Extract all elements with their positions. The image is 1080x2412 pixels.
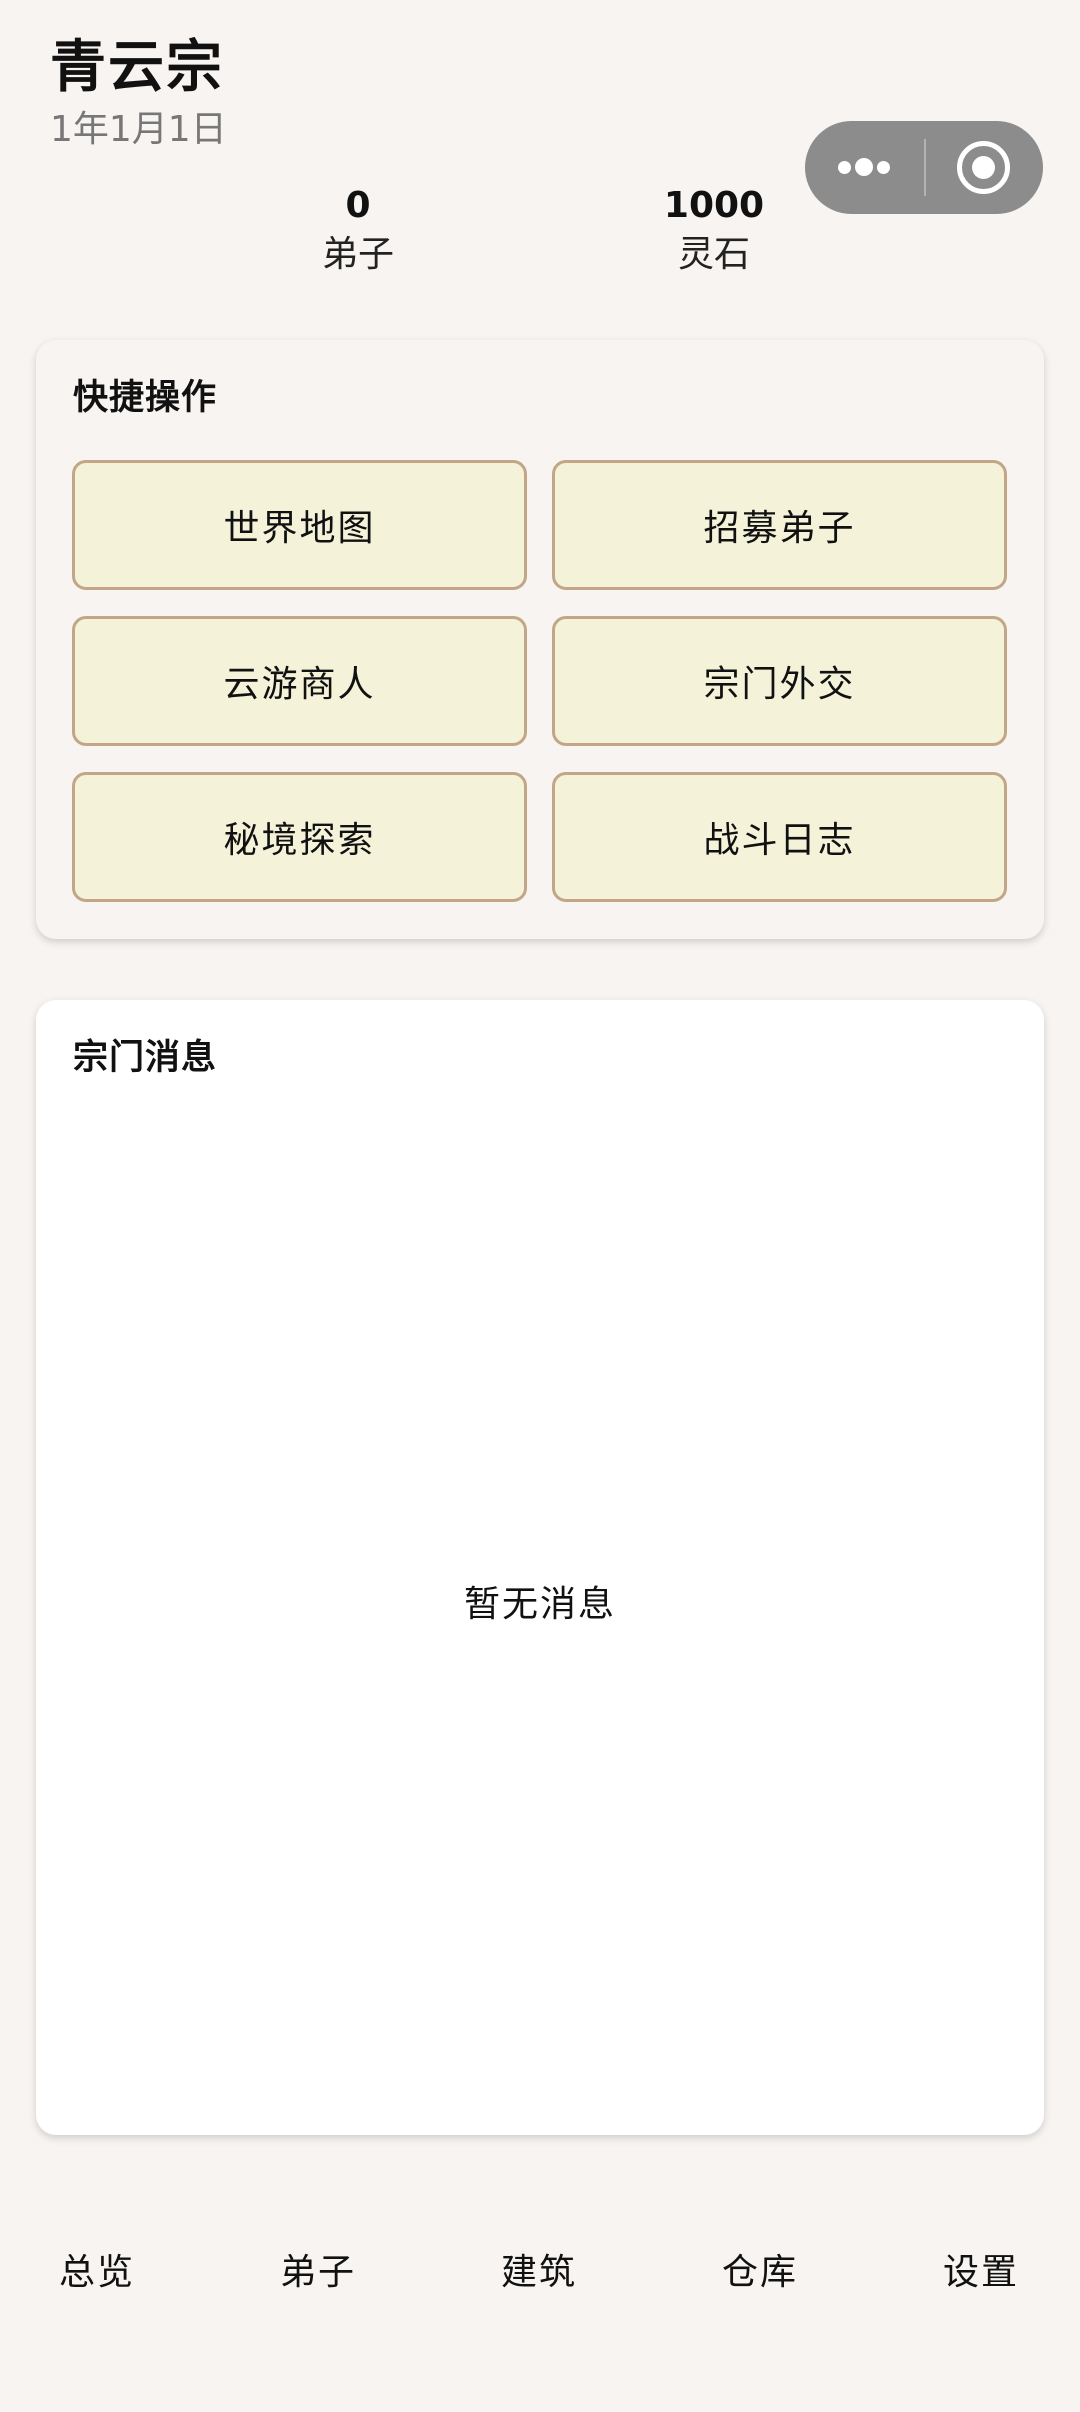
game-date: 1年1月1日 bbox=[50, 109, 227, 150]
quick-actions-card: 快捷操作 世界地图 招募弟子 云游商人 宗门外交 秘境探索 战斗日志 bbox=[36, 340, 1044, 939]
stat-disciples: 0 弟子 bbox=[258, 182, 458, 280]
capsule-divider bbox=[924, 139, 926, 196]
sect-overview-page: 青云宗 1年1月1日 0 弟子 1000 灵石 快捷操作 世界地图 招募弟子 云… bbox=[0, 0, 1080, 2412]
header: 青云宗 1年1月1日 bbox=[50, 30, 227, 154]
world-map-button[interactable]: 世界地图 bbox=[72, 460, 527, 590]
stat-spirit-stones: 1000 灵石 bbox=[614, 182, 814, 280]
wandering-merchant-button[interactable]: 云游商人 bbox=[72, 616, 527, 746]
tab-settings[interactable]: 设置 bbox=[901, 2245, 1061, 2301]
disciple-label: 弟子 bbox=[321, 234, 394, 275]
bottom-tab-bar: 总览 弟子 建筑 仓库 设置 bbox=[0, 2245, 1080, 2365]
empty-messages-text: 暂无消息 bbox=[463, 1584, 616, 1625]
recruit-disciple-button[interactable]: 招募弟子 bbox=[552, 460, 1007, 590]
spirit-stone-label: 灵石 bbox=[677, 234, 750, 275]
sect-messages-card: 宗门消息 暂无消息 bbox=[36, 1000, 1044, 2135]
tab-disciples[interactable]: 弟子 bbox=[238, 2245, 398, 2301]
battle-log-button[interactable]: 战斗日志 bbox=[552, 772, 1007, 902]
more-dots-icon bbox=[838, 161, 851, 174]
sect-diplomacy-button[interactable]: 宗门外交 bbox=[552, 616, 1007, 746]
miniprogram-capsule bbox=[805, 121, 1043, 214]
sect-name: 青云宗 bbox=[50, 35, 224, 100]
more-options-button[interactable] bbox=[805, 121, 923, 214]
sect-messages-title: 宗门消息 bbox=[73, 1038, 218, 1078]
tab-warehouse[interactable]: 仓库 bbox=[680, 2245, 840, 2301]
tab-buildings[interactable]: 建筑 bbox=[459, 2245, 619, 2301]
disciple-count: 0 bbox=[345, 185, 371, 226]
secret-realm-button[interactable]: 秘境探索 bbox=[72, 772, 527, 902]
close-miniprogram-button[interactable] bbox=[957, 141, 1010, 194]
spirit-stone-count: 1000 bbox=[663, 185, 765, 226]
tab-overview[interactable]: 总览 bbox=[17, 2245, 177, 2301]
quick-actions-title: 快捷操作 bbox=[73, 378, 218, 418]
